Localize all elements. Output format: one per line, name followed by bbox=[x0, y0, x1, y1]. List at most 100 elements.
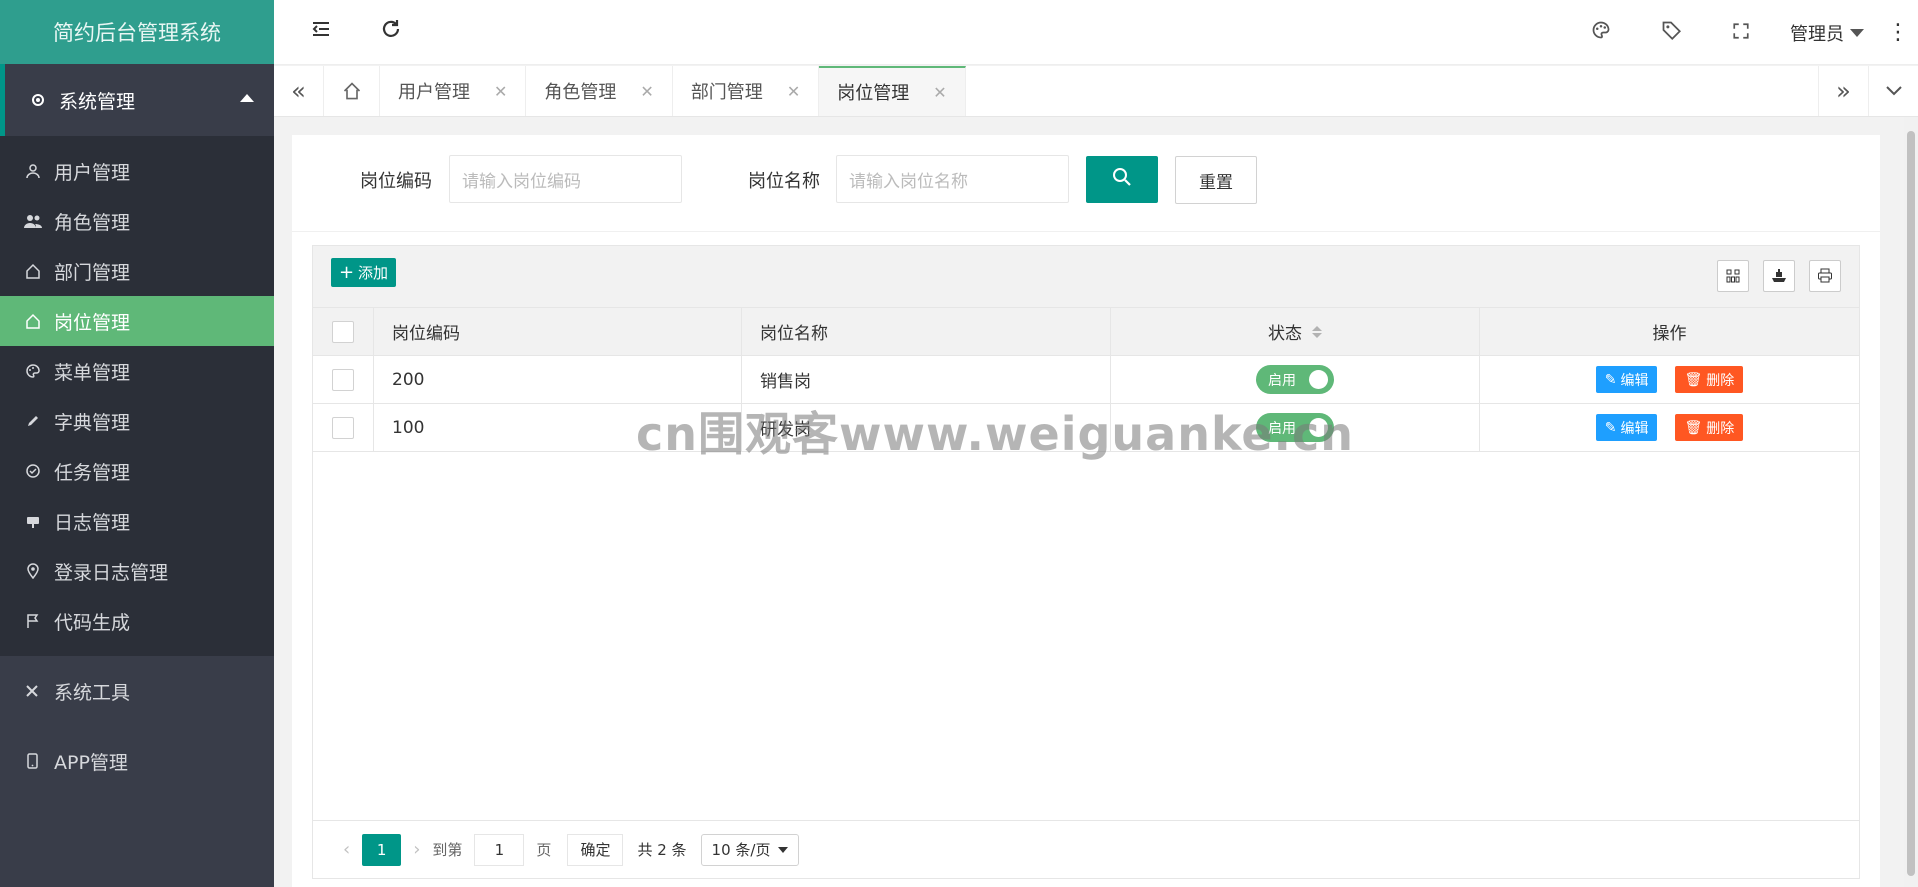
header-status[interactable]: 状态 bbox=[1111, 308, 1480, 355]
status-switch[interactable]: 启用 bbox=[1256, 365, 1334, 394]
top-header: 管理员 ⋮ bbox=[274, 0, 1918, 65]
sidebar-item-positions[interactable]: 岗位管理 bbox=[0, 296, 274, 346]
sidebar-item-codegen[interactable]: 代码生成 bbox=[0, 596, 274, 646]
page-size-value: 10 条/页 bbox=[711, 841, 771, 859]
row-checkbox-cell bbox=[313, 356, 374, 403]
sidebar-item-label: 岗位管理 bbox=[54, 311, 131, 334]
print-icon[interactable] bbox=[1809, 260, 1841, 292]
code-input[interactable]: 请输入岗位编码 bbox=[449, 155, 682, 203]
prev-page-icon[interactable]: ‹ bbox=[343, 839, 350, 860]
sidebar-item-dictionary[interactable]: 字典管理 bbox=[0, 396, 274, 446]
edit-button[interactable]: ✎ 编辑 bbox=[1595, 414, 1658, 441]
next-page-icon[interactable]: › bbox=[413, 839, 420, 860]
table-tools bbox=[1717, 260, 1841, 292]
sidebar-item-menus[interactable]: 菜单管理 bbox=[0, 346, 274, 396]
cell-code: 200 bbox=[374, 356, 742, 403]
edit-icon: ✎ bbox=[1604, 371, 1617, 388]
user-icon bbox=[24, 162, 42, 180]
status-switch-label: 启用 bbox=[1268, 372, 1296, 389]
header-code: 岗位编码 bbox=[374, 308, 742, 355]
pagination: ‹ 1 › 到第 1 页 确定 共 2 条 10 条/页 bbox=[313, 820, 1859, 878]
sidebar-item-logs[interactable]: 日志管理 bbox=[0, 496, 274, 546]
search-icon bbox=[1111, 166, 1133, 193]
cell-status: 启用 bbox=[1111, 404, 1480, 451]
chevron-up-icon bbox=[240, 94, 254, 102]
menu-group-system[interactable]: 系统管理 bbox=[0, 64, 274, 136]
sidebar-item-users[interactable]: 用户管理 bbox=[0, 146, 274, 196]
palette-icon[interactable] bbox=[1566, 20, 1636, 45]
name-input-placeholder: 请输入岗位名称 bbox=[849, 171, 968, 192]
add-button-label: 添加 bbox=[358, 264, 389, 282]
columns-filter-icon[interactable] bbox=[1717, 260, 1749, 292]
home-tab-icon[interactable] bbox=[324, 66, 380, 116]
status-switch[interactable]: 启用 bbox=[1256, 413, 1334, 442]
scrollbar-thumb[interactable] bbox=[1907, 131, 1915, 876]
row-checkbox[interactable] bbox=[332, 416, 354, 439]
gear-icon bbox=[29, 91, 47, 109]
edit-button[interactable]: ✎ 编辑 bbox=[1595, 366, 1658, 393]
palette-icon bbox=[24, 362, 42, 380]
fullscreen-icon[interactable] bbox=[1706, 21, 1776, 45]
refresh-icon[interactable] bbox=[380, 18, 402, 46]
close-icon[interactable]: ✕ bbox=[494, 82, 507, 101]
sort-icon[interactable] bbox=[1312, 325, 1322, 338]
tab-departments[interactable]: 部门管理 ✕ bbox=[673, 66, 820, 116]
more-vertical-icon[interactable]: ⋮ bbox=[1878, 20, 1918, 45]
current-page-button[interactable]: 1 bbox=[362, 833, 402, 866]
code-input-placeholder: 请输入岗位编码 bbox=[462, 171, 581, 192]
search-form: 岗位编码 请输入岗位编码 岗位名称 请输入岗位名称 重置 bbox=[292, 135, 1880, 232]
tabs-scroll-left-icon[interactable]: « bbox=[274, 66, 324, 116]
close-icon[interactable]: ✕ bbox=[787, 82, 800, 101]
delete-button[interactable]: 🗑 删除 bbox=[1675, 414, 1744, 441]
menu-group-tools[interactable]: 系统工具 bbox=[0, 656, 274, 726]
reset-button[interactable]: 重置 bbox=[1175, 156, 1257, 204]
row-checkbox[interactable] bbox=[332, 368, 354, 391]
delete-label: 删除 bbox=[1706, 420, 1735, 437]
name-input[interactable]: 请输入岗位名称 bbox=[836, 155, 1069, 203]
table-toolbar: + 添加 bbox=[313, 246, 1859, 308]
tab-users[interactable]: 用户管理 ✕ bbox=[380, 66, 527, 116]
sidebar-item-label: 任务管理 bbox=[54, 461, 131, 484]
home-icon bbox=[24, 312, 42, 330]
add-button[interactable]: + 添加 bbox=[331, 258, 396, 287]
goto-page-input[interactable]: 1 bbox=[474, 833, 525, 866]
delete-button[interactable]: 🗑 删除 bbox=[1675, 366, 1744, 393]
export-icon[interactable] bbox=[1763, 260, 1795, 292]
select-all-checkbox[interactable] bbox=[332, 320, 354, 343]
menu-group-label: 系统工具 bbox=[54, 681, 131, 704]
status-switch-label: 启用 bbox=[1268, 420, 1296, 437]
tabs-menu-chevron-down-icon[interactable] bbox=[1868, 66, 1918, 116]
close-icon[interactable]: ✕ bbox=[640, 82, 653, 101]
cell-ops: ✎ 编辑 🗑 删除 bbox=[1480, 356, 1859, 403]
header-ops: 操作 bbox=[1652, 324, 1687, 344]
phone-icon bbox=[24, 753, 42, 769]
page-label: 页 bbox=[536, 841, 552, 859]
tabs-scroll-right-icon[interactable]: » bbox=[1818, 66, 1868, 116]
sidebar-item-label: 角色管理 bbox=[54, 211, 131, 234]
page-scrollbar[interactable] bbox=[1904, 117, 1918, 887]
search-button[interactable] bbox=[1086, 156, 1158, 203]
edit-label: 编辑 bbox=[1620, 372, 1649, 389]
sidebar-item-departments[interactable]: 部门管理 bbox=[0, 246, 274, 296]
data-table: + 添加 岗位编码 岗位名称 状态 操作 200 销售岗 启用 ✎ 编辑 🗑 删… bbox=[312, 245, 1860, 879]
sidebar-item-login-logs[interactable]: 登录日志管理 bbox=[0, 546, 274, 596]
cell-name: 销售岗 bbox=[742, 356, 1111, 403]
close-icon[interactable]: ✕ bbox=[933, 83, 946, 102]
tag-icon[interactable] bbox=[1636, 20, 1706, 45]
app-logo-title[interactable]: 简约后台管理系统 bbox=[0, 0, 274, 64]
tab-positions[interactable]: 岗位管理 ✕ bbox=[819, 66, 966, 116]
menu-group-app[interactable]: APP管理 bbox=[0, 726, 274, 796]
cell-code: 100 bbox=[374, 404, 742, 451]
check-circle-icon bbox=[24, 462, 42, 480]
page-size-select[interactable]: 10 条/页 bbox=[700, 833, 800, 866]
sidebar-item-tasks[interactable]: 任务管理 bbox=[0, 446, 274, 496]
goto-confirm-button[interactable]: 确定 bbox=[567, 833, 624, 866]
main-content: 岗位编码 请输入岗位编码 岗位名称 请输入岗位名称 重置 + 添加 岗位编码 岗… bbox=[292, 135, 1880, 887]
sidebar-item-roles[interactable]: 角色管理 bbox=[0, 196, 274, 246]
cell-name: 研发岗 bbox=[742, 404, 1111, 451]
tab-roles[interactable]: 角色管理 ✕ bbox=[526, 66, 673, 116]
collapse-menu-icon[interactable] bbox=[310, 18, 332, 46]
tabs-spacer bbox=[966, 66, 1818, 116]
user-menu[interactable]: 管理员 bbox=[1776, 20, 1878, 46]
header-checkbox-cell bbox=[313, 308, 374, 355]
